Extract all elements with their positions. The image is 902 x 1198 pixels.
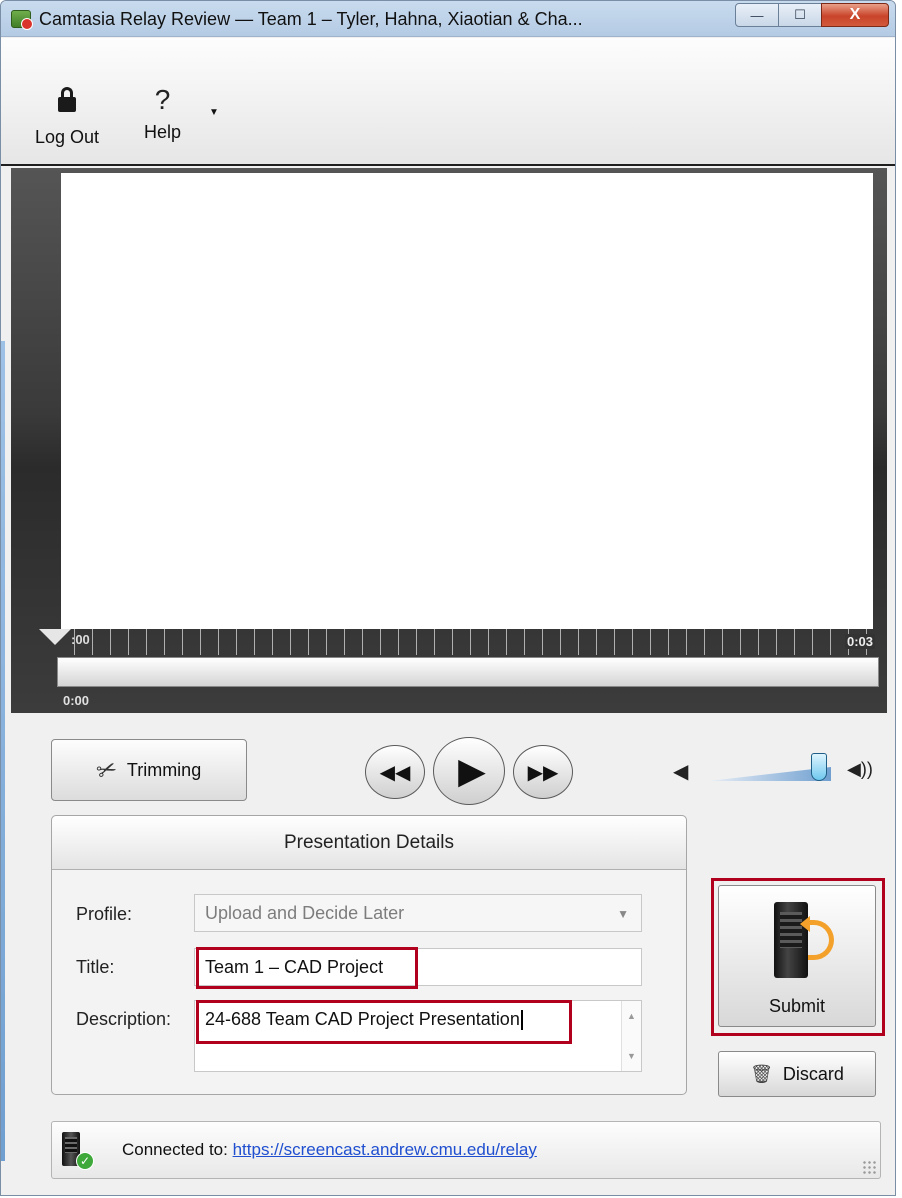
trimming-button[interactable]: ✂ Trimming (51, 739, 247, 801)
scissors-icon: ✂ (92, 753, 121, 787)
scrubber-bar[interactable] (57, 657, 879, 687)
timeline-end-time: 0:03 (844, 634, 875, 649)
logout-label: Log Out (35, 127, 100, 147)
lock-icon (35, 87, 99, 123)
profile-select[interactable]: Upload and Decide Later ▼ (194, 894, 642, 932)
play-button[interactable]: ▶ (433, 737, 505, 805)
server-connected-icon: ✓ (60, 1132, 94, 1170)
profile-value: Upload and Decide Later (205, 903, 405, 923)
window-title: Camtasia Relay Review — Team 1 – Tyler, … (39, 9, 583, 29)
title-bar: Camtasia Relay Review — Team 1 – Tyler, … (1, 1, 895, 37)
description-textarea[interactable]: 24-688 Team CAD Project Presentation ▲ ▼ (194, 1000, 642, 1072)
title-label: Title: (76, 957, 115, 977)
server-url-link[interactable]: https://screencast.andrew.cmu.edu/relay (233, 1140, 537, 1159)
help-button[interactable]: ? Help (144, 82, 181, 143)
timeline-start-label: :00 (71, 632, 90, 647)
profile-label: Profile: (76, 904, 133, 924)
question-mark-icon: ? (154, 84, 171, 115)
help-label: Help (144, 122, 182, 142)
toolbar: Log Out ? Help ▼ (1, 38, 895, 166)
presentation-details-panel: Presentation Details Profile: Upload and… (51, 815, 687, 1095)
submit-label: Submit (768, 996, 826, 1016)
resize-grip[interactable] (862, 1160, 876, 1174)
close-button[interactable]: X (821, 3, 889, 27)
trash-icon: 🗑 (750, 1063, 773, 1084)
app-window: Camtasia Relay Review — Team 1 – Tyler, … (0, 0, 896, 1196)
help-dropdown-arrow-icon[interactable]: ▼ (209, 107, 219, 118)
description-scrollbar[interactable]: ▲ ▼ (621, 1001, 641, 1071)
minimize-button[interactable]: — (735, 3, 779, 27)
video-canvas[interactable] (61, 173, 873, 629)
current-time-label: 0:00 (63, 693, 90, 708)
scroll-down-icon[interactable]: ▼ (627, 1051, 636, 1061)
window-controls: — ☐ X (735, 3, 889, 27)
camtasia-app-icon (11, 10, 33, 30)
maximize-button[interactable]: ☐ (778, 3, 822, 27)
chevron-down-icon: ▼ (617, 907, 629, 921)
trimming-label: Trimming (126, 759, 202, 780)
status-bar: ✓ Connected to: https://screencast.andre… (51, 1121, 881, 1179)
submit-button[interactable]: Submit (718, 885, 876, 1027)
volume-low-icon: ◀ (673, 761, 689, 783)
logout-button[interactable]: Log Out (35, 82, 99, 148)
playhead-handle[interactable] (39, 629, 71, 645)
connection-status: Connected to: https://screencast.andrew.… (122, 1140, 537, 1160)
volume-high-icon: ◀)) (847, 759, 873, 779)
volume-slider-handle[interactable] (810, 753, 827, 781)
scroll-up-icon[interactable]: ▲ (627, 1011, 636, 1021)
text-cursor (520, 1010, 523, 1031)
window-edge (1, 341, 5, 1161)
server-upload-icon (768, 902, 834, 982)
title-value: Team 1 – CAD Project (205, 957, 384, 977)
video-preview-frame: :00 0:03 0:00 (11, 168, 887, 713)
discard-button[interactable]: 🗑 Discard (718, 1051, 876, 1097)
description-value: 24-688 Team CAD Project Presentation (205, 1009, 520, 1029)
title-input[interactable]: Team 1 – CAD Project (194, 948, 642, 986)
timeline-ruler[interactable] (57, 629, 879, 655)
fast-forward-button[interactable]: ▶▶ (513, 745, 573, 799)
connection-prefix: Connected to: (122, 1140, 228, 1159)
discard-label: Discard (782, 1063, 844, 1084)
presentation-details-header: Presentation Details (52, 816, 686, 870)
description-label: Description: (76, 1009, 172, 1029)
rewind-button[interactable]: ◀◀ (365, 745, 425, 799)
